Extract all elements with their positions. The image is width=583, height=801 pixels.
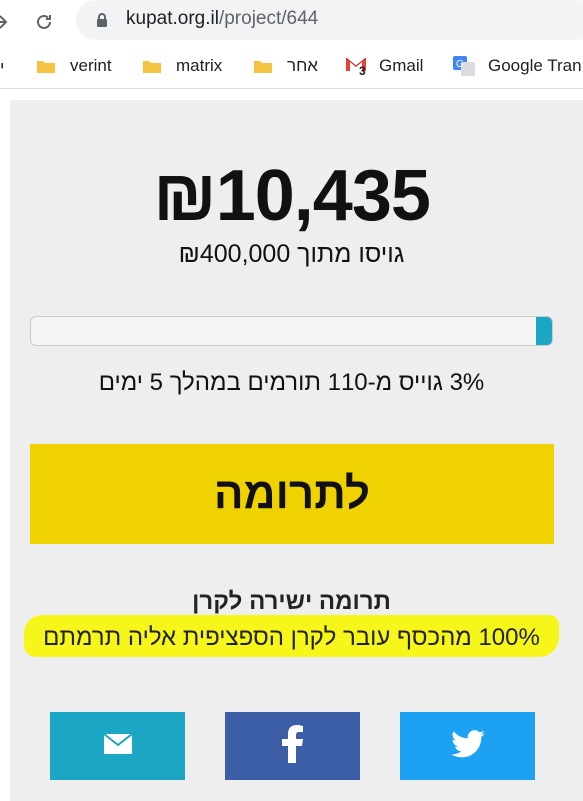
bookmark-label: Gmail: [379, 56, 424, 75]
bookmarks-bar: י verint matrix אחר 3 Gmail G Google Tra…: [0, 44, 583, 89]
progress-bar: [30, 316, 553, 346]
bookmark-other[interactable]: אחר: [253, 54, 318, 78]
direct-donation-title: תרומה ישירה לקרן: [192, 588, 391, 615]
bookmark-label: verint: [70, 56, 112, 75]
forward-icon[interactable]: [0, 8, 14, 36]
google-translate-icon: G: [452, 55, 476, 77]
lock-icon: [96, 12, 108, 28]
bookmark-google-translate[interactable]: G Google Tran: [452, 54, 582, 78]
address-bar[interactable]: kupat.org.il/project/644: [76, 0, 583, 40]
bookmark-truncated[interactable]: י: [0, 58, 4, 78]
donation-stats: 3% גוייס מ-110 תורמים במהלך 5 ימים: [98, 369, 485, 396]
folder-icon: [36, 58, 56, 74]
raised-amount: ₪10,435: [153, 156, 431, 236]
mail-icon: [102, 732, 133, 760]
share-twitter-button[interactable]: [400, 712, 535, 780]
bookmark-label: matrix: [176, 56, 223, 75]
folder-icon: [253, 58, 273, 74]
twitter-icon: [450, 729, 485, 763]
bookmark-label: Google Tran: [488, 56, 582, 75]
reload-icon[interactable]: [30, 8, 58, 36]
goal-text: גויסו מתוך ₪400,000: [178, 240, 405, 268]
share-facebook-button[interactable]: [225, 712, 360, 780]
bookmark-verint[interactable]: verint: [36, 54, 112, 78]
browser-toolbar: kupat.org.il/project/644: [0, 0, 583, 44]
donate-button[interactable]: לתרומה: [30, 444, 554, 544]
bookmark-gmail[interactable]: 3 Gmail: [345, 54, 423, 78]
svg-text:G: G: [456, 59, 464, 70]
gmail-icon: 3: [345, 56, 371, 78]
progress-fill: [536, 317, 552, 345]
share-email-button[interactable]: [50, 712, 185, 780]
bookmark-matrix[interactable]: matrix: [142, 54, 222, 78]
facebook-icon: [281, 724, 304, 768]
bookmark-label: אחר: [287, 56, 318, 75]
folder-icon: [142, 58, 162, 74]
url-text: kupat.org.il/project/644: [126, 8, 319, 29]
direct-donation-text: 100% מהכסף עובר לקרן הספציפית אליה תרמתם: [43, 624, 540, 651]
